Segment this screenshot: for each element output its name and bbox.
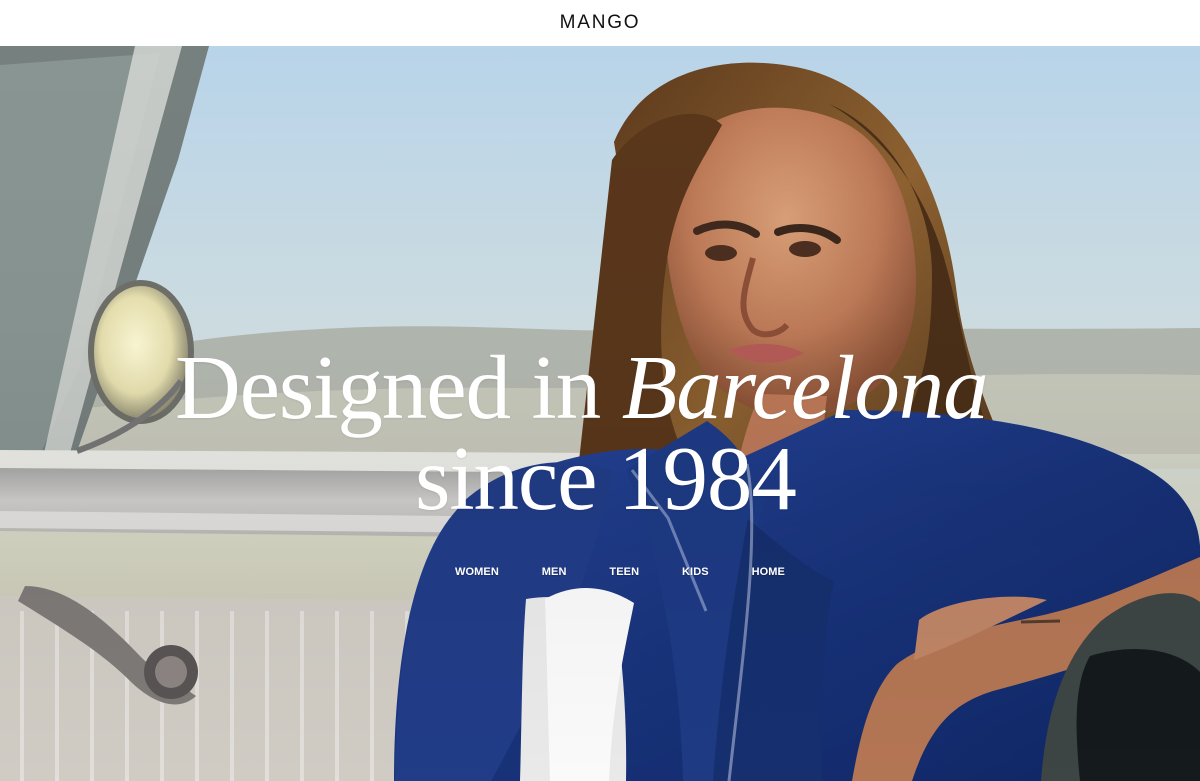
headline-prefix: Designed in — [175, 337, 622, 438]
nav-home[interactable]: HOME — [752, 566, 785, 578]
department-navigation: WOMEN MEN TEEN KIDS HOME — [455, 562, 785, 582]
headline-barcelona: Barcelona — [621, 337, 989, 438]
hero-banner: Designed in Barcelona since 1984 WOMEN M… — [0, 46, 1200, 781]
hero-headline: Designed in Barcelona since 1984 — [175, 342, 1075, 524]
site-header: MANGO — [0, 0, 1200, 46]
nav-women[interactable]: WOMEN — [455, 566, 499, 578]
mango-home-page: MANGO Designed in Barcelona since 1984 W… — [0, 0, 1200, 781]
headline-line-two: since 1984 — [415, 428, 797, 529]
headline-line-one: Designed in Barcelona — [175, 342, 1075, 433]
nav-men[interactable]: MEN — [542, 566, 567, 578]
nav-kids[interactable]: KIDS — [682, 566, 709, 578]
nav-teen[interactable]: TEEN — [609, 566, 639, 578]
mango-logo-link[interactable]: MANGO — [560, 13, 641, 32]
